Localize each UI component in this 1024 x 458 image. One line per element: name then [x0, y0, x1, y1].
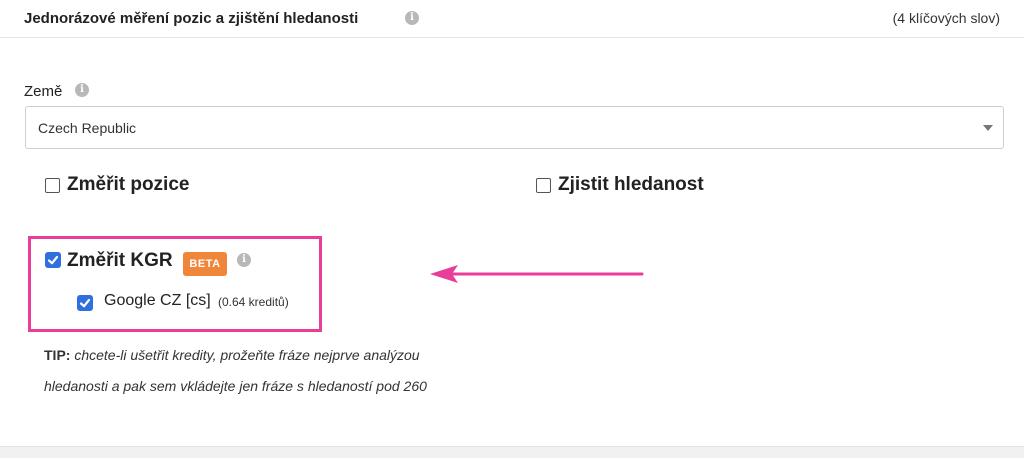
arrow-left-icon	[430, 265, 644, 283]
country-label: Země	[24, 83, 63, 100]
measure-positions-label: Změřit pozice	[67, 174, 190, 195]
section-header: Jednorázové měření pozic a zjištění hled…	[0, 0, 1024, 38]
measure-positions-checkbox[interactable]	[45, 178, 60, 193]
google-cz-checkbox[interactable]	[77, 295, 93, 311]
section-title: Jednorázové měření pozic a zjištění hled…	[24, 10, 359, 27]
country-info-icon[interactable]: i	[75, 83, 89, 97]
country-select-value: Czech Republic	[38, 120, 137, 136]
chevron-down-icon	[983, 125, 993, 131]
checkmark-icon	[47, 255, 59, 265]
beta-badge: BETA	[183, 252, 227, 276]
tip-text-2: hledanosti a pak sem vkládejte jen fráze…	[44, 378, 427, 394]
tip-line-1: TIP: chcete-li ušetřit kredity, prožeňte…	[44, 347, 420, 363]
tip-text-1: chcete-li ušetřit kredity, prožeňte fráz…	[74, 347, 420, 363]
tip-line-2: hledanosti a pak sem vkládejte jen fráze…	[44, 378, 427, 394]
info-icon[interactable]: i	[405, 11, 419, 25]
google-cz-label: Google CZ [cs]	[104, 292, 211, 309]
footer-bar	[0, 446, 1024, 458]
measure-kgr-label: Změřit KGR	[67, 250, 173, 271]
search-volume-checkbox[interactable]	[536, 178, 551, 193]
checkmark-icon	[79, 298, 91, 308]
measure-kgr-checkbox[interactable]	[45, 252, 61, 268]
kgr-info-icon[interactable]: i	[237, 253, 251, 267]
keyword-count: (4 klíčových slov)	[892, 10, 1000, 26]
search-volume-label: Zjistit hledanost	[558, 174, 704, 195]
credits-cost: (0.64 kreditů)	[218, 295, 289, 309]
tip-prefix: TIP:	[44, 347, 71, 363]
country-select[interactable]: Czech Republic	[25, 106, 1004, 149]
